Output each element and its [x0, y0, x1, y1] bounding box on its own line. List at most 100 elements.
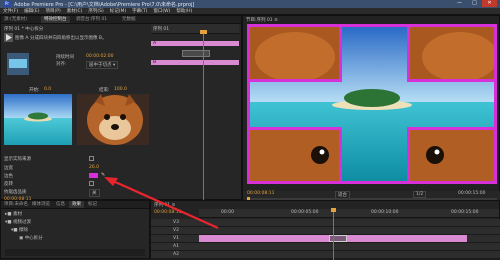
- transition-description: 图像 A 分成四块并向四角移出以显示图像 B。: [15, 36, 107, 41]
- ruler-tick-3: 00:00:15:00: [451, 210, 479, 215]
- clip-b-bar[interactable]: [151, 60, 239, 65]
- transition-preview-button[interactable]: [4, 33, 13, 42]
- timeline-timecode[interactable]: 00:00:08:11: [154, 210, 181, 215]
- tab-audio-mixer[interactable]: 调音台:序列 01: [73, 16, 110, 23]
- menu-help[interactable]: 帮助(H): [173, 8, 195, 15]
- window-titlebar: Pr Adobe Premiere Pro - [C:\用户\文档\Adobe\…: [0, 0, 500, 8]
- effect-controls-panel: 源:(无素材) 特效控制台 调音台:序列 01 元数据 序列 01 * 中心拆分…: [0, 15, 242, 202]
- track-a1[interactable]: A1: [151, 243, 500, 251]
- border-color-swatch[interactable]: [89, 173, 98, 178]
- tab-markers[interactable]: 标记: [85, 201, 100, 208]
- clip-island[interactable]: [199, 235, 329, 242]
- track-label: A2: [173, 252, 179, 257]
- show-source-label: 显示实际来源: [4, 157, 31, 162]
- track-v3[interactable]: V3: [151, 219, 500, 227]
- menu-title[interactable]: 字幕(T): [129, 8, 150, 15]
- preview-a-image: [4, 94, 72, 145]
- island-image: [4, 94, 72, 145]
- program-frame: [247, 24, 497, 184]
- duration-value[interactable]: 00:00:02:00: [86, 54, 113, 59]
- tab-source[interactable]: 源:(无素材): [1, 16, 30, 23]
- mini-playhead[interactable]: [203, 31, 204, 201]
- project-toolbar: [5, 249, 145, 256]
- tab-effect-controls[interactable]: 特效控制台: [41, 16, 70, 23]
- tab-media-browser[interactable]: 媒体浏览: [29, 201, 53, 208]
- border-width-label: 边宽: [4, 166, 13, 171]
- menu-marker[interactable]: 标记(M): [107, 8, 129, 15]
- timeline-playhead-head[interactable]: [331, 208, 336, 212]
- folder-icon: ▸■: [5, 212, 13, 217]
- program-monitor-title: 节目:序列 01 ≡: [246, 18, 278, 23]
- timeline-title: 序列 01 ≡: [154, 203, 176, 208]
- project-item-label: 视频过渡: [12, 220, 31, 225]
- reverse-label: 反转: [4, 182, 13, 187]
- menu-project[interactable]: 项目(P): [42, 8, 63, 15]
- folder-icon: ▾■: [11, 228, 19, 233]
- start-label: 开始:: [29, 88, 40, 93]
- end-label: 结束:: [99, 88, 110, 93]
- track-label: V2: [173, 228, 179, 233]
- menu-clip[interactable]: 素材(C): [64, 8, 86, 15]
- clip-a-bar[interactable]: [151, 41, 239, 46]
- tab-info[interactable]: 信息: [53, 201, 68, 208]
- timeline-playhead[interactable]: [333, 209, 334, 260]
- transition-center-split[interactable]: [329, 235, 347, 242]
- project-item-center-split[interactable]: ▣ 中心拆分: [19, 235, 43, 241]
- clip-dog[interactable]: [347, 235, 467, 242]
- antialias-label: 抗锯齿品质: [4, 190, 27, 195]
- antialias-value: 关: [92, 191, 97, 196]
- track-label: A1: [173, 244, 179, 249]
- alignment-value: 居中于切点: [89, 63, 112, 68]
- clip-a-label: A: [153, 41, 157, 46]
- track-a2[interactable]: A2: [151, 251, 500, 259]
- show-source-checkbox[interactable]: [89, 156, 94, 161]
- menu-bar: 文件(F) 编辑(E) 项目(P) 素材(C) 序列(S) 标记(M) 字幕(T) 窗口(W)…: [0, 8, 500, 15]
- dog-quadrant-top-right: [407, 27, 494, 82]
- program-current-timecode[interactable]: 00:00:08:11: [247, 191, 274, 196]
- alignment-label: 对齐:: [56, 62, 67, 67]
- mini-timeline-label: 序列 01: [153, 27, 170, 32]
- end-value[interactable]: 100.0: [114, 87, 127, 92]
- tab-effects[interactable]: 效果: [69, 201, 84, 208]
- alignment-dropdown[interactable]: 居中于切点 ▾: [86, 61, 119, 69]
- close-button[interactable]: ✕: [482, 0, 497, 7]
- dog-quadrant-bottom-left: [250, 127, 342, 181]
- program-preview: [250, 27, 494, 181]
- project-item-video-transitions[interactable]: ▾■ 视频过渡: [5, 219, 31, 225]
- transition-block[interactable]: [182, 50, 210, 57]
- app-icon: Pr: [3, 1, 11, 7]
- ruler-tick-0: 00:00: [221, 210, 234, 215]
- project-item-wipe[interactable]: ▾■ 擦除: [11, 227, 28, 233]
- track-label: V1: [173, 236, 179, 241]
- effect-controls-tabs: 源:(无素材) 特效控制台 调音台:序列 01 元数据: [1, 16, 241, 24]
- chevron-down-icon: ▾: [112, 63, 116, 68]
- maximize-button[interactable]: □: [467, 0, 482, 7]
- eyedropper-icon[interactable]: ✎: [101, 172, 105, 178]
- track-v2[interactable]: V2: [151, 227, 500, 235]
- antialias-dropdown[interactable]: 关: [89, 189, 100, 197]
- start-value[interactable]: 0.0: [44, 87, 51, 92]
- mini-playhead-head[interactable]: [200, 30, 207, 34]
- transition-thumbnail: [7, 53, 29, 75]
- border-width-value[interactable]: 26.0: [89, 165, 99, 170]
- duration-label: 持续时间: [56, 55, 74, 60]
- track-label: V3: [173, 220, 179, 225]
- project-item-label: 擦除: [18, 228, 28, 233]
- window-title: Adobe Premiere Pro - [C:\用户\文档\Adobe\Pre…: [14, 2, 195, 8]
- quality-dropdown[interactable]: 1/2: [413, 191, 427, 198]
- menu-edit[interactable]: 编辑(E): [21, 8, 42, 15]
- tab-project[interactable]: 项目:未命名: [1, 201, 31, 208]
- preview-b-image: [77, 94, 149, 145]
- program-monitor: 节目:序列 01 ≡ 00:00:08:11 适合 1/2 00:00:15:0…: [242, 15, 500, 213]
- reverse-checkbox[interactable]: [89, 181, 94, 186]
- menu-window[interactable]: 窗口(W): [150, 8, 173, 15]
- minimize-button[interactable]: —: [452, 0, 467, 7]
- folder-icon: ▾■: [5, 220, 13, 225]
- project-item-footage[interactable]: ▸■ 素材: [5, 211, 22, 217]
- menu-sequence[interactable]: 序列(S): [85, 8, 106, 15]
- menu-file[interactable]: 文件(F): [0, 8, 21, 15]
- tab-metadata[interactable]: 元数据: [119, 16, 139, 23]
- sequence-label: 序列 01 * 中心拆分: [4, 27, 44, 32]
- dog-quadrant-bottom-right: [407, 127, 494, 181]
- thumbnail-inner: [9, 59, 27, 68]
